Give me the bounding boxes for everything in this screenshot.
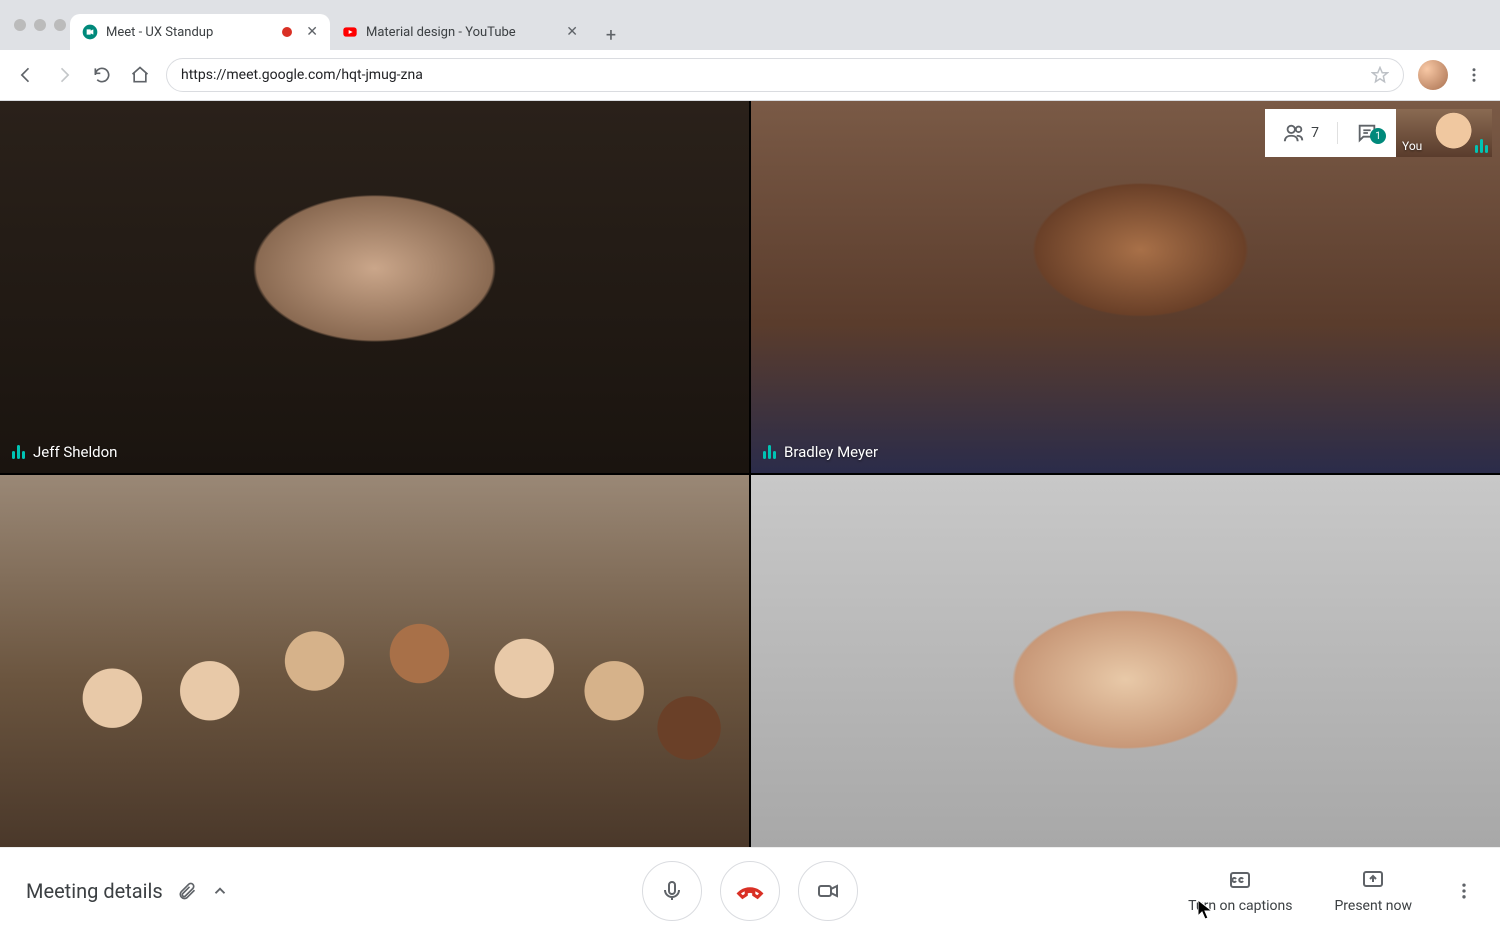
traffic-close[interactable] xyxy=(14,19,26,31)
tab-close-icon[interactable]: ✕ xyxy=(566,24,578,40)
recording-indicator-icon xyxy=(282,27,292,37)
participant-tile[interactable] xyxy=(0,475,749,847)
tab-close-icon[interactable]: ✕ xyxy=(306,24,318,40)
participant-name: Bradley Meyer xyxy=(784,443,878,461)
captions-label: Turn on captions xyxy=(1188,898,1292,914)
tab-meet[interactable]: Meet - UX Standup ✕ xyxy=(70,14,330,50)
captions-icon xyxy=(1228,868,1252,892)
participant-tile[interactable]: Jeff Sheldon xyxy=(0,101,749,473)
participant-label: Bradley Meyer xyxy=(763,443,878,461)
meet-favicon-icon xyxy=(82,24,98,40)
call-controls xyxy=(642,861,858,921)
participant-video xyxy=(751,475,1500,847)
traffic-min[interactable] xyxy=(34,19,46,31)
address-bar[interactable]: https://meet.google.com/hqt-jmug-zna xyxy=(166,58,1404,92)
video-grid: Jeff Sheldon Bradley Meyer 7 1 You xyxy=(0,101,1500,847)
youtube-favicon-icon xyxy=(342,24,358,40)
profile-avatar[interactable] xyxy=(1418,60,1448,90)
traffic-max[interactable] xyxy=(54,19,66,31)
tab-title: Meet - UX Standup xyxy=(106,25,274,40)
participant-tile[interactable] xyxy=(751,475,1500,847)
self-view[interactable]: You xyxy=(1396,109,1492,157)
attachment-icon xyxy=(177,881,197,901)
toolbar: https://meet.google.com/hqt-jmug-zna xyxy=(0,50,1500,101)
right-actions: Turn on captions Present now xyxy=(1188,868,1474,914)
chat-badge: 1 xyxy=(1370,128,1386,144)
participants-button[interactable]: 7 xyxy=(1265,122,1337,144)
participant-label: Jeff Sheldon xyxy=(12,443,117,461)
present-icon xyxy=(1361,868,1385,892)
hangup-button[interactable] xyxy=(720,861,780,921)
camera-button[interactable] xyxy=(798,861,858,921)
top-overlay: 7 1 You xyxy=(1265,109,1492,157)
participant-count: 7 xyxy=(1311,125,1319,141)
participant-name: Jeff Sheldon xyxy=(33,443,117,461)
home-button[interactable] xyxy=(128,63,152,87)
chevron-up-icon xyxy=(211,882,229,900)
tab-youtube[interactable]: Material design - YouTube ✕ xyxy=(330,14,590,50)
chat-button[interactable]: 1 xyxy=(1337,122,1396,144)
speaking-indicator-icon xyxy=(12,445,25,459)
participant-video xyxy=(0,475,749,847)
overlay-pill: 7 1 xyxy=(1265,109,1396,157)
url-text: https://meet.google.com/hqt-jmug-zna xyxy=(181,67,1371,83)
reload-button[interactable] xyxy=(90,63,114,87)
tab-strip: Meet - UX Standup ✕ Material design - Yo… xyxy=(70,10,1500,50)
bookmark-star-icon[interactable] xyxy=(1371,66,1389,84)
browser-chrome: Meet - UX Standup ✕ Material design - Yo… xyxy=(0,0,1500,101)
bottom-bar: Meeting details Turn on captions xyxy=(0,847,1500,933)
present-label: Present now xyxy=(1334,898,1412,914)
meeting-details-label: Meeting details xyxy=(26,879,163,903)
participant-video xyxy=(0,101,749,473)
captions-button[interactable]: Turn on captions xyxy=(1188,868,1292,914)
back-button[interactable] xyxy=(14,63,38,87)
more-options-button[interactable] xyxy=(1454,881,1474,901)
meeting-details-button[interactable]: Meeting details xyxy=(26,879,229,903)
speaking-indicator-icon xyxy=(1475,139,1488,153)
present-button[interactable]: Present now xyxy=(1334,868,1412,914)
tab-title: Material design - YouTube xyxy=(366,25,558,40)
forward-button[interactable] xyxy=(52,63,76,87)
speaking-indicator-icon xyxy=(763,445,776,459)
browser-menu-icon[interactable] xyxy=(1462,63,1486,87)
new-tab-button[interactable]: + xyxy=(596,20,626,50)
mute-button[interactable] xyxy=(642,861,702,921)
self-label: You xyxy=(1402,139,1422,153)
